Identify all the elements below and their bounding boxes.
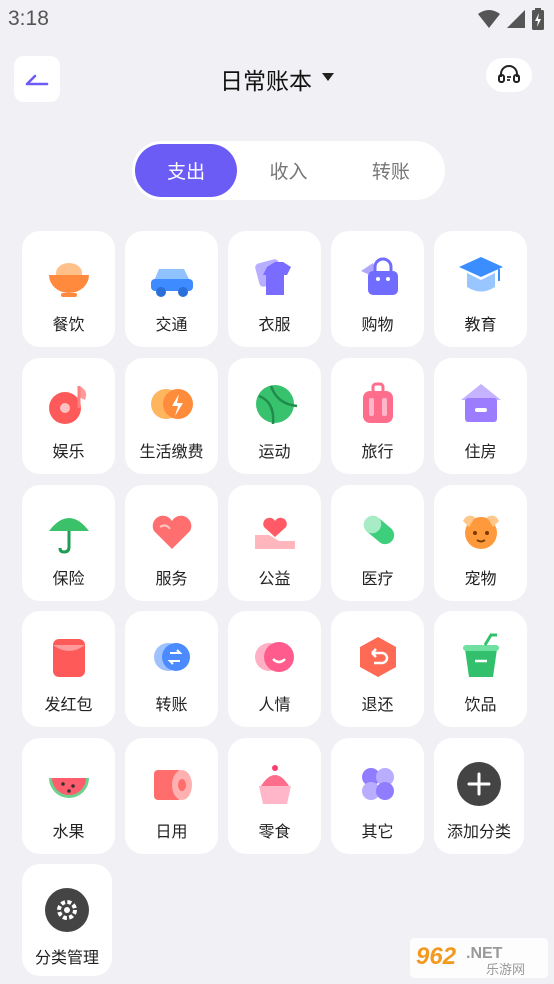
category-label: 饮品 [464, 695, 497, 714]
suitcase-icon [362, 382, 393, 423]
pill-icon [363, 515, 394, 545]
category-label: 宠物 [464, 569, 497, 588]
customer-service-button[interactable] [486, 58, 532, 92]
svg-text:962: 962 [416, 943, 457, 970]
category-label: 餐饮 [52, 315, 85, 334]
category-item-12[interactable]: 服务 [125, 485, 218, 601]
category-item-1[interactable]: 餐饮 [22, 231, 115, 347]
svg-text:乐游网: 乐游网 [486, 963, 525, 978]
caret-down-icon [322, 73, 334, 81]
red-envelope-icon [52, 639, 85, 677]
category-label: 购物 [361, 315, 394, 334]
category-label: 住房 [464, 442, 497, 461]
category-item-10[interactable]: 住房 [434, 358, 527, 474]
status-icons [478, 8, 544, 30]
header: 日常账本 [0, 50, 554, 110]
wifi-icon [478, 10, 500, 28]
add-icon [457, 762, 501, 806]
heart-icon [152, 515, 191, 549]
gear-icon [45, 888, 89, 932]
four-leaf-icon [361, 768, 394, 800]
category-item-23[interactable]: 零食 [228, 738, 321, 854]
category-item-2[interactable]: 交通 [125, 231, 218, 347]
status-time: 3:18 [8, 7, 49, 30]
rice-bowl-icon [48, 263, 89, 297]
category-label: 娱乐 [52, 442, 85, 461]
category-item-26[interactable]: 分类管理 [22, 864, 112, 976]
transfer-icon [153, 643, 190, 671]
category-item-21[interactable]: 水果 [22, 738, 115, 854]
category-item-9[interactable]: 旅行 [331, 358, 424, 474]
category-item-20[interactable]: 饮品 [434, 611, 527, 727]
category-label: 运动 [258, 442, 291, 461]
category-label: 其它 [361, 822, 394, 841]
category-item-15[interactable]: 宠物 [434, 485, 527, 601]
tab-income[interactable]: 收入 [237, 144, 339, 197]
heart-hand-icon [254, 517, 295, 549]
category-label: 分类管理 [34, 948, 99, 967]
umbrella-icon [48, 518, 89, 554]
tissue-roll-icon [153, 770, 192, 800]
category-label: 衣服 [258, 315, 291, 334]
tab-transfer[interactable]: 转账 [340, 144, 442, 197]
category-label: 添加分类 [446, 822, 511, 841]
category-item-7[interactable]: 生活缴费 [125, 358, 218, 474]
category-label: 公益 [258, 569, 291, 588]
category-item-22[interactable]: 日用 [125, 738, 218, 854]
category-item-11[interactable]: 保险 [22, 485, 115, 601]
car-icon [150, 269, 193, 297]
category-item-16[interactable]: 发红包 [22, 611, 115, 727]
category-item-24[interactable]: 其它 [331, 738, 424, 854]
pet-dog-icon [462, 515, 499, 549]
category-label: 交通 [155, 315, 188, 334]
graduation-cap-icon [458, 257, 503, 292]
category-item-14[interactable]: 医疗 [331, 485, 424, 601]
status-bar: 3:18 [0, 0, 554, 38]
category-label: 旅行 [361, 442, 394, 461]
category-label: 水果 [52, 822, 85, 841]
category-item-8[interactable]: 运动 [228, 358, 321, 474]
category-item-18[interactable]: 人情 [228, 611, 321, 727]
headset-icon [498, 65, 520, 83]
category-label: 生活缴费 [139, 442, 204, 461]
ball-icon [255, 385, 297, 425]
category-item-13[interactable]: 公益 [228, 485, 321, 601]
cupcake-icon [258, 765, 291, 804]
battery-icon [532, 8, 544, 30]
music-disc-icon [48, 386, 86, 424]
type-tabs: 支出 收入 转账 [132, 141, 445, 200]
shirt-icon [254, 259, 291, 295]
category-label: 服务 [155, 569, 188, 588]
category-item-3[interactable]: 衣服 [228, 231, 321, 347]
category-label: 发红包 [44, 695, 93, 714]
return-icon [359, 637, 396, 677]
watermelon-icon [48, 778, 89, 798]
category-label: 日用 [155, 822, 188, 841]
category-label: 教育 [464, 315, 497, 334]
book-selector[interactable]: 日常账本 [0, 62, 554, 96]
lightning-bill-icon [150, 389, 193, 419]
site-watermark-logo: 962 .NET 乐游网 [410, 938, 548, 978]
category-label: 人情 [258, 695, 291, 714]
drink-cup-icon [462, 633, 499, 677]
category-item-4[interactable]: 购物 [331, 231, 424, 347]
category-item-5[interactable]: 教育 [434, 231, 527, 347]
category-label: 转账 [155, 695, 188, 714]
house-icon [460, 384, 501, 422]
svg-text:.NET: .NET [466, 945, 503, 962]
category-label: 医疗 [361, 569, 394, 588]
page-title: 日常账本 [220, 69, 312, 95]
category-item-25[interactable]: 添加分类 [434, 738, 524, 854]
category-item-17[interactable]: 转账 [125, 611, 218, 727]
category-label: 保险 [52, 569, 85, 588]
tab-expense[interactable]: 支出 [135, 144, 238, 197]
smile-circle-icon [254, 642, 294, 672]
category-label: 零食 [258, 822, 291, 841]
category-label: 退还 [361, 695, 394, 714]
shopping-bag-icon [360, 257, 398, 295]
category-item-6[interactable]: 娱乐 [22, 358, 115, 474]
category-item-19[interactable]: 退还 [331, 611, 424, 727]
signal-icon [507, 10, 525, 28]
